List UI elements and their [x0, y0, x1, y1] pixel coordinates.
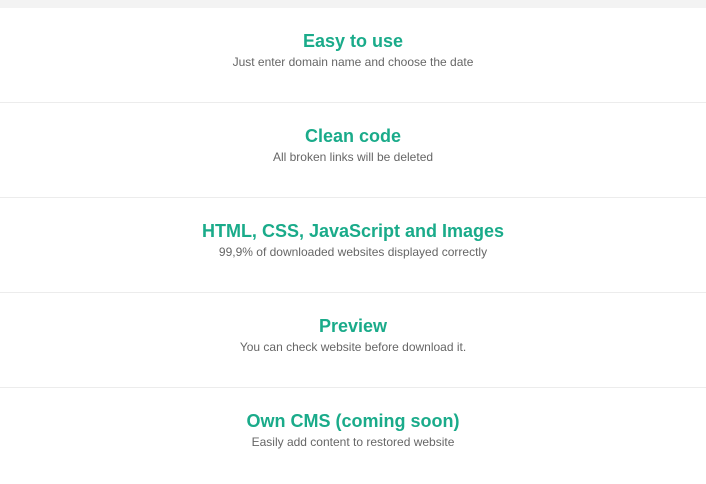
feature-description: 99,9% of downloaded websites displayed c… [218, 245, 488, 259]
feature-title: Clean code [304, 126, 402, 146]
features-list: Easy to use Just enter domain name and c… [0, 8, 706, 483]
feature-description: Easily add content to restored website [251, 435, 455, 449]
feature-title: HTML, CSS, JavaScript and Images [201, 221, 505, 241]
feature-preview: Preview You can check website before dow… [0, 293, 706, 388]
feature-title: Easy to use [302, 31, 404, 51]
feature-clean-code: Clean code All broken links will be dele… [0, 103, 706, 198]
feature-own-cms: Own CMS (coming soon) Easily add content… [0, 388, 706, 483]
feature-description: All broken links will be deleted [272, 150, 434, 164]
top-strip [0, 0, 706, 8]
feature-description: You can check website before download it… [239, 340, 467, 354]
feature-title: Preview [318, 316, 388, 336]
feature-description: Just enter domain name and choose the da… [232, 55, 474, 69]
feature-html-css-js-images: HTML, CSS, JavaScript and Images 99,9% o… [0, 198, 706, 293]
feature-easy-to-use: Easy to use Just enter domain name and c… [0, 8, 706, 103]
feature-title: Own CMS (coming soon) [246, 411, 460, 431]
